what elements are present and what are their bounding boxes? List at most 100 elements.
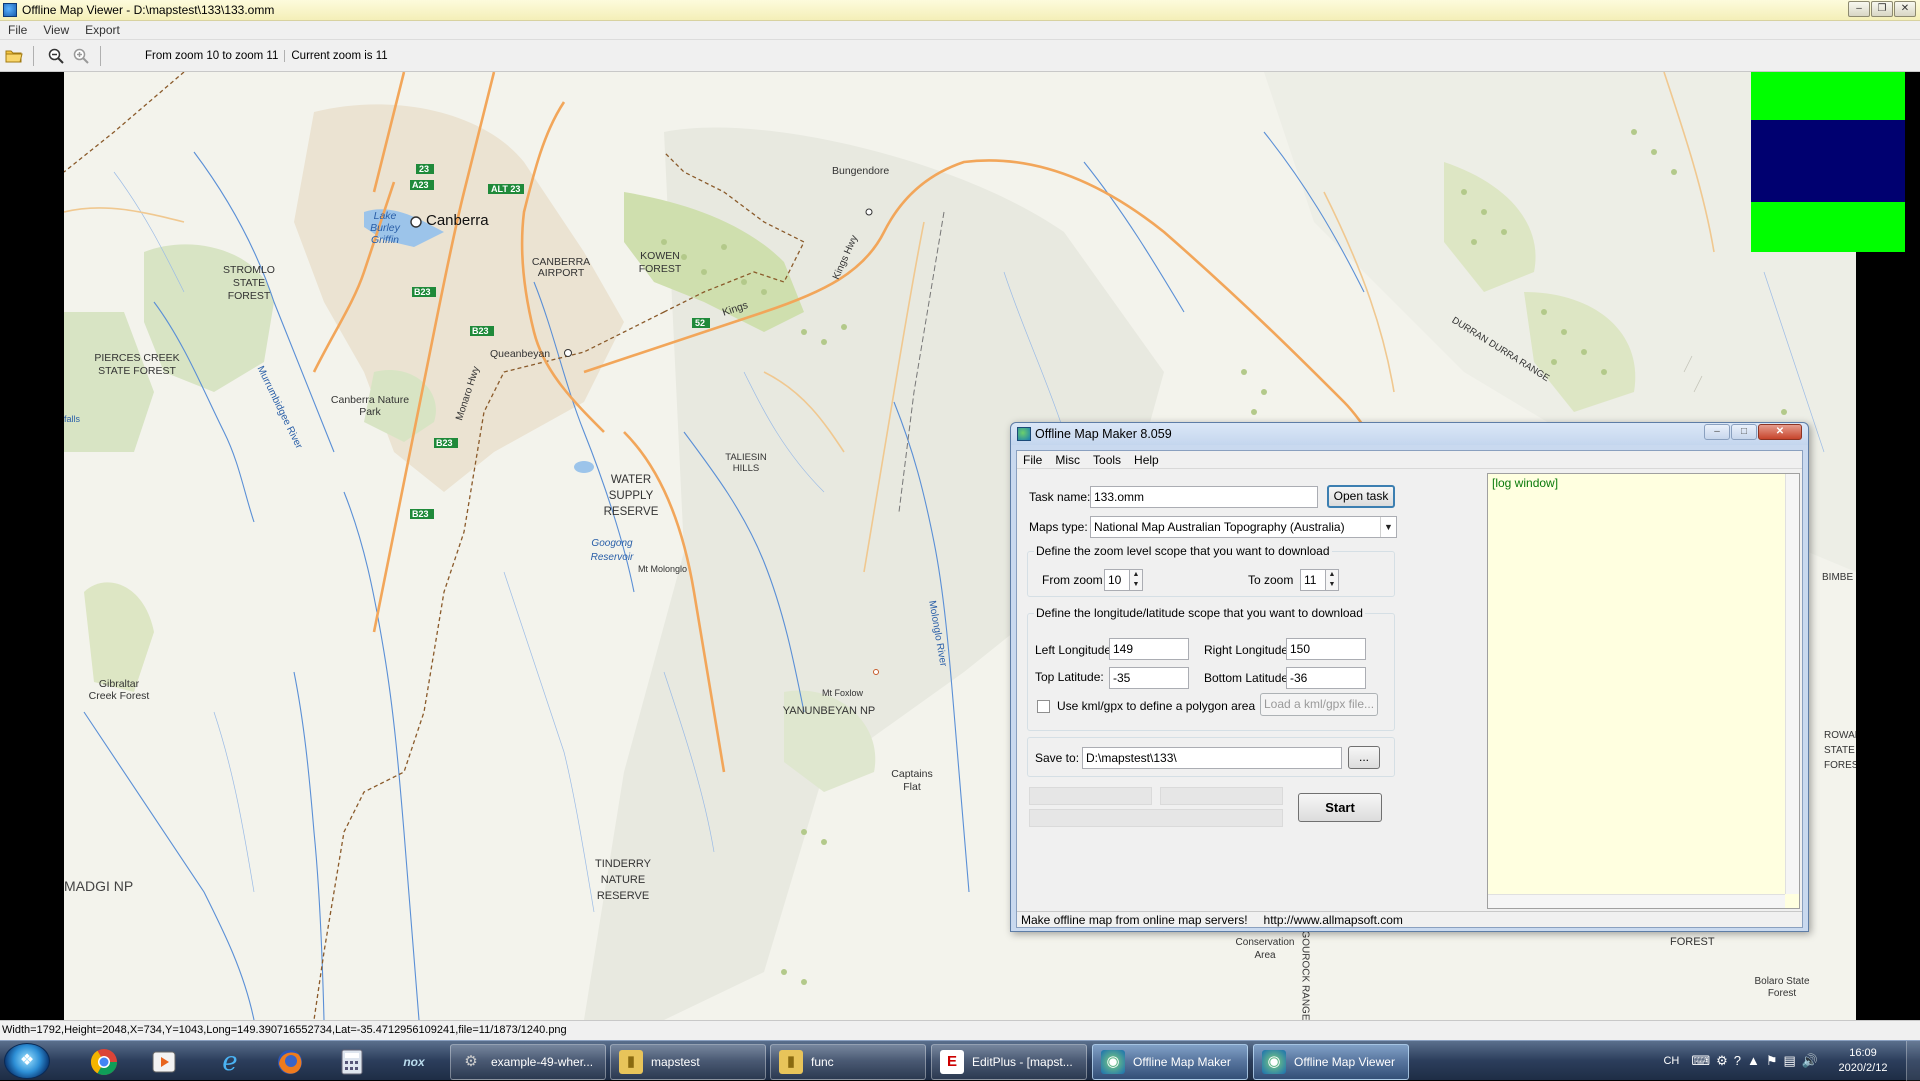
dialog-menu-misc[interactable]: Misc xyxy=(1049,453,1087,467)
browse-folder-button[interactable]: ... xyxy=(1348,746,1380,769)
open-task-button[interactable]: Open task ... xyxy=(1327,485,1395,522)
svg-text:B23: B23 xyxy=(412,509,429,519)
menu-export[interactable]: Export xyxy=(77,23,128,37)
show-desktop-button[interactable] xyxy=(1906,1041,1920,1081)
task-name-input[interactable]: 133.omm xyxy=(1090,486,1318,508)
clock[interactable]: 16:09 2020/2/12 xyxy=(1828,1046,1898,1076)
open-folder-icon[interactable] xyxy=(3,45,25,67)
minimize-button[interactable]: – xyxy=(1848,1,1870,17)
map-label-taliesin-hills: TALIESIN HILLS xyxy=(725,452,767,474)
chevron-down-icon[interactable]: ▼ xyxy=(1380,517,1396,537)
taskbar-item-func-label: func xyxy=(811,1055,834,1069)
keyboard-icon[interactable]: ⌨ xyxy=(1691,1053,1710,1069)
map-label-falls: falls xyxy=(64,414,81,424)
menu-view[interactable]: View xyxy=(35,23,77,37)
close-button[interactable]: ✕ xyxy=(1894,1,1916,17)
media-player-icon[interactable] xyxy=(138,1045,190,1079)
overview-panel[interactable] xyxy=(1751,72,1905,252)
map-label-pierces-creek: PIERCES CREEK STATE FOREST xyxy=(94,352,180,377)
top-latitude-input[interactable]: -35 xyxy=(1109,667,1189,689)
dialog-titlebar[interactable]: Offline Map Maker 8.059 – □ ✕ xyxy=(1011,423,1808,445)
zoom-range-text: From zoom 10 to zoom 11 xyxy=(145,49,279,62)
kml-polygon-label: Use kml/gpx to define a polygon area xyxy=(1057,699,1256,713)
taskbar-item-offline-map-viewer[interactable]: ◉ Offline Map Viewer xyxy=(1253,1044,1409,1080)
taskbar-item-viewer-label: Offline Map Viewer xyxy=(1294,1055,1395,1069)
taskbar-item-example-label: example-49-wher... xyxy=(491,1055,594,1069)
dialog-client-area: File Misc Tools Help Task name: 133.omm … xyxy=(1016,450,1803,928)
map-label-mt-foxlow: Mt Foxlow xyxy=(822,688,864,698)
kml-polygon-checkbox[interactable] xyxy=(1037,700,1050,713)
internet-explorer-icon[interactable]: e xyxy=(204,1045,256,1079)
offline-map-maker-dialog: Offline Map Maker 8.059 – □ ✕ File Misc … xyxy=(1010,422,1809,932)
task-name-label: Task name: xyxy=(1029,490,1091,504)
left-longitude-input[interactable]: 149 xyxy=(1109,638,1189,660)
queanbeyan-marker xyxy=(564,349,572,357)
start-button[interactable]: ❖ xyxy=(4,1043,50,1079)
from-zoom-stepper[interactable]: ▲ ▼ xyxy=(1129,569,1143,591)
dialog-close-button[interactable]: ✕ xyxy=(1758,424,1802,440)
taskbar-item-maker-label: Offline Map Maker xyxy=(1133,1055,1231,1069)
progress-bar-2 xyxy=(1160,787,1283,805)
tray-language[interactable]: CH xyxy=(1663,1055,1679,1067)
windows-taskbar: ❖ e nox ⚙ example-49-wher... ▮ mapstest … xyxy=(0,1040,1920,1081)
save-to-input[interactable]: D:\mapstest\133\ xyxy=(1082,747,1342,769)
help-icon[interactable]: ? xyxy=(1734,1053,1741,1069)
dialog-maximize-button[interactable]: □ xyxy=(1731,424,1757,440)
dialog-statusbar: Make offline map from online map servers… xyxy=(1017,911,1802,928)
taskbar-item-mapstest-label: mapstest xyxy=(651,1055,700,1069)
log-horizontal-scrollbar[interactable] xyxy=(1488,894,1785,908)
taskbar-item-editplus-label: EditPlus - [mapst... xyxy=(972,1055,1073,1069)
viewer-title: Offline Map Viewer - D:\mapstest\133\133… xyxy=(22,3,275,17)
dialog-menu-tools[interactable]: Tools xyxy=(1087,453,1128,467)
taskbar-item-offline-map-maker[interactable]: ◉ Offline Map Maker xyxy=(1092,1044,1248,1080)
right-longitude-label: Right Longitude: xyxy=(1204,643,1292,657)
map-left-margin xyxy=(0,72,64,1020)
gear-icon[interactable]: ⚙ xyxy=(1716,1053,1728,1069)
firefox-icon[interactable] xyxy=(264,1045,316,1079)
left-longitude-label: Left Longitude: xyxy=(1035,643,1115,657)
dialog-status-left: Make offline map from online map servers… xyxy=(1021,913,1248,927)
viewer-titlebar[interactable]: Offline Map Viewer - D:\mapstest\133\133… xyxy=(0,0,1920,21)
log-vertical-scrollbar[interactable] xyxy=(1785,474,1799,894)
to-zoom-stepper[interactable]: ▲ ▼ xyxy=(1325,569,1339,591)
restore-button[interactable]: ❐ xyxy=(1871,1,1893,17)
volume-icon[interactable]: 🔊 xyxy=(1802,1053,1818,1069)
taskbar-item-example[interactable]: ⚙ example-49-wher... xyxy=(450,1044,606,1080)
map-label-water-supply-reserve: WATER SUPPLY RESERVE xyxy=(603,474,659,518)
nox-icon[interactable]: nox xyxy=(388,1045,440,1079)
load-kml-button[interactable]: Load a kml/gpx file... xyxy=(1260,693,1378,716)
zoom-out-icon[interactable] xyxy=(45,45,67,67)
folder-icon: ▮ xyxy=(619,1050,643,1074)
action-center-flag-icon[interactable]: ⚑ xyxy=(1766,1053,1778,1069)
map-label-lake: Lake Burley Griffin xyxy=(370,210,400,246)
chrome-icon[interactable] xyxy=(78,1045,130,1079)
bottom-latitude-input[interactable]: -36 xyxy=(1286,667,1366,689)
map-label-bungendore: Bungendore xyxy=(832,165,890,177)
taskbar-item-mapstest[interactable]: ▮ mapstest xyxy=(610,1044,766,1080)
system-tray: CH ⌨ ⚙ ? ▲ ⚑ ▤ 🔊 16:09 2020/2/12 xyxy=(1663,1041,1920,1081)
show-hidden-icons-chevron-icon[interactable]: ▲ xyxy=(1747,1053,1760,1069)
toolbar-separator xyxy=(33,45,34,66)
toolbar-separator xyxy=(100,45,101,66)
map-label-madgi-np: MADGI NP xyxy=(64,878,134,894)
map-label-queanbeyan: Queanbeyan xyxy=(490,348,551,360)
menu-file[interactable]: File xyxy=(0,23,35,37)
zoom-in-icon[interactable] xyxy=(70,45,92,67)
log-window[interactable]: [log window] xyxy=(1487,473,1800,909)
globe-icon: ◉ xyxy=(1262,1050,1286,1074)
right-longitude-input[interactable]: 150 xyxy=(1286,638,1366,660)
taskbar-item-func[interactable]: ▮ func xyxy=(770,1044,926,1080)
dialog-minimize-button[interactable]: – xyxy=(1704,424,1730,440)
map-label-rowan-state-forest: ROWAN STATE FOREST xyxy=(1824,730,1856,771)
dialog-title: Offline Map Maker 8.059 xyxy=(1035,427,1172,441)
map-label-tinderry: TINDERRY NATURE RESERVE xyxy=(594,858,652,902)
network-icon[interactable]: ▤ xyxy=(1784,1053,1796,1069)
dialog-menu-file[interactable]: File xyxy=(1017,453,1049,467)
zoom-scope-group-label: Define the zoom level scope that you wan… xyxy=(1034,544,1332,558)
dialog-menu-help[interactable]: Help xyxy=(1128,453,1166,467)
calculator-icon[interactable] xyxy=(326,1045,378,1079)
taskbar-item-editplus[interactable]: E EditPlus - [mapst... xyxy=(931,1044,1087,1080)
start-button[interactable]: Start xyxy=(1298,793,1382,822)
dialog-window-controls: – □ ✕ xyxy=(1704,424,1802,440)
maps-type-select[interactable]: National Map Australian Topography (Aust… xyxy=(1090,516,1397,538)
